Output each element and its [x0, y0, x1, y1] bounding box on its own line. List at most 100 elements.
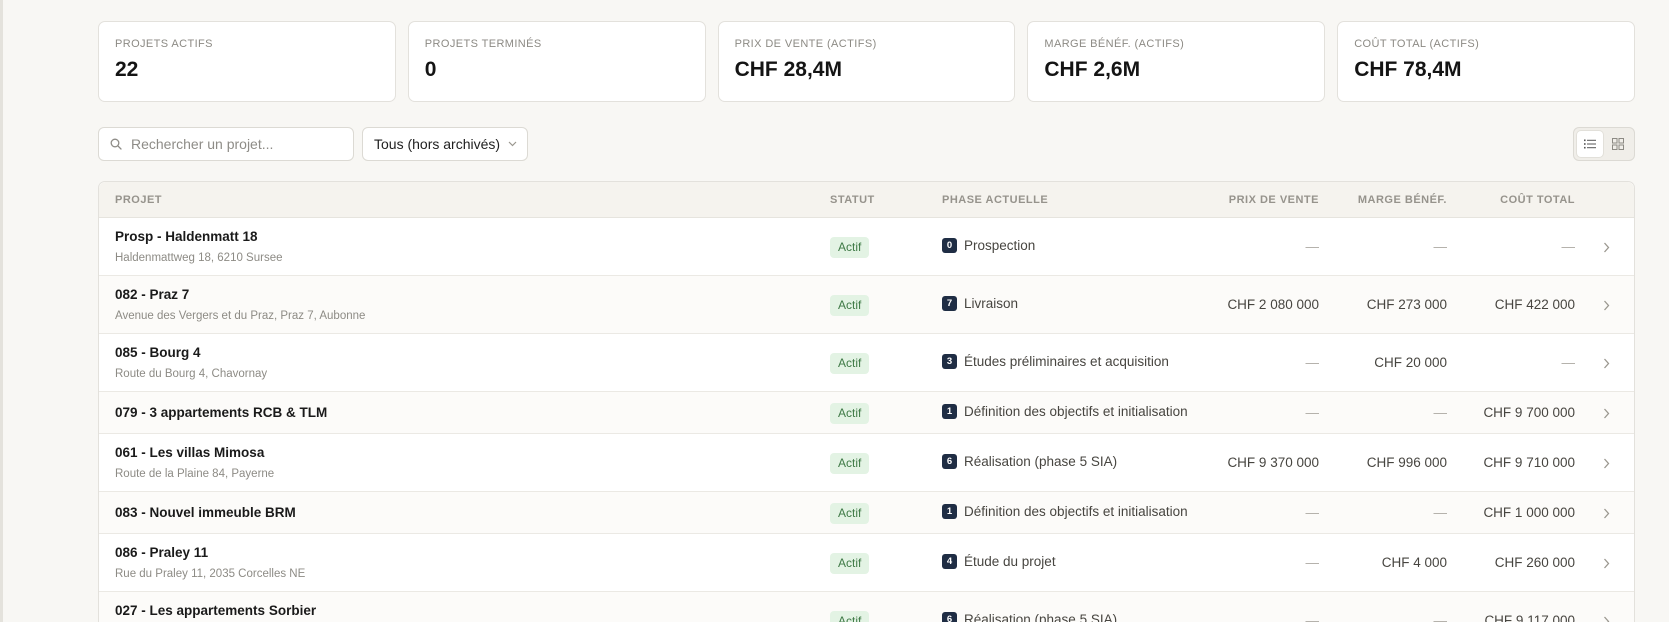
status-filter-select[interactable]: Tous (hors archivés): [362, 127, 528, 161]
stat-card-sale-price: PRIX DE VENTE (ACTIFS) CHF 28,4M: [717, 21, 1016, 102]
project-title: 079 - 3 appartements RCB & TLM: [115, 405, 328, 420]
project-cell: 086 - Praley 11 Rue du Praley 11, 2035 C…: [115, 545, 305, 580]
project-title: 082 - Praz 7: [115, 287, 190, 302]
table-row[interactable]: 082 - Praz 7 Avenue des Vergers et du Pr…: [99, 276, 1634, 334]
cost-cell: CHF 1 000 000: [1483, 505, 1575, 520]
project-cell: Prosp - Haldenmatt 18 Haldenmattweg 18, …: [115, 229, 283, 264]
phase-cell: 0 Prospection: [942, 238, 1035, 253]
phase-cell: 1 Définition des objectifs et initialisa…: [942, 504, 1188, 519]
price-cell: CHF 9 370 000: [1227, 455, 1319, 470]
toolbar: Tous (hors archivés): [98, 127, 1635, 161]
project-cell: 027 - Les appartements Sorbier: [115, 603, 316, 618]
table-row[interactable]: 083 - Nouvel immeuble BRM Actif 1 Défini…: [99, 492, 1634, 534]
table-row[interactable]: 085 - Bourg 4 Route du Bourg 4, Chavorna…: [99, 334, 1634, 392]
phase-label: Prospection: [964, 238, 1036, 253]
col-header-status[interactable]: STATUT: [830, 194, 875, 206]
cost-cell: CHF 9 117 000: [1484, 613, 1575, 622]
phase-number: 1: [942, 504, 957, 519]
status-badge: Actif: [830, 295, 870, 316]
margin-cell: —: [1433, 505, 1448, 520]
status-badge: Actif: [830, 553, 870, 574]
col-header-cost[interactable]: COÛT TOTAL: [1455, 194, 1575, 206]
table-row[interactable]: 027 - Les appartements Sorbier Actif 6 R…: [99, 592, 1634, 622]
table-row[interactable]: Prosp - Haldenmatt 18 Haldenmattweg 18, …: [99, 218, 1634, 276]
project-cell: 061 - Les villas Mimosa Route de la Plai…: [115, 445, 274, 480]
status-badge: Actif: [830, 237, 870, 258]
chevron-right-icon[interactable]: [1603, 242, 1610, 253]
phase-number: 6: [942, 454, 957, 469]
stat-card-active-projects: PROJETS ACTIFS 22: [98, 21, 396, 102]
stat-value: 0: [424, 58, 437, 81]
chevron-right-icon[interactable]: [1603, 408, 1610, 419]
project-address: Route du Bourg 4, Chavornay: [115, 368, 268, 380]
phase-cell: 3 Études préliminaires et acquisition: [942, 354, 1169, 369]
stat-label: COÛT TOTAL (ACTIFS): [1354, 38, 1480, 50]
phase-label: Études préliminaires et acquisition: [964, 354, 1169, 369]
phase-cell: 6 Réalisation (phase 5 SIA): [942, 612, 1117, 622]
table-header: PROJET STATUT PHASE ACTUELLE PRIX DE VEN…: [99, 182, 1634, 218]
stat-label: PRIX DE VENTE (ACTIFS): [734, 38, 877, 50]
project-cell: 083 - Nouvel immeuble BRM: [115, 505, 296, 520]
project-cell: 082 - Praz 7 Avenue des Vergers et du Pr…: [115, 287, 365, 322]
col-header-margin[interactable]: MARGE BÉNÉF.: [1327, 194, 1447, 206]
phase-label: Étude du projet: [964, 554, 1056, 569]
stat-value: 22: [115, 58, 139, 81]
table-row[interactable]: 061 - Les villas Mimosa Route de la Plai…: [99, 434, 1634, 492]
price-cell: —: [1305, 405, 1320, 420]
cost-cell: —: [1561, 239, 1576, 254]
stat-card-margin: MARGE BÉNÉF. (ACTIFS) CHF 2,6M: [1027, 21, 1326, 102]
price-cell: —: [1305, 555, 1320, 570]
cost-cell: CHF 422 000: [1494, 297, 1575, 312]
chevron-right-icon[interactable]: [1603, 300, 1610, 311]
projects-page: PROJETS ACTIFS 22 PROJETS TERMINÉS 0 PRI…: [98, 21, 1635, 622]
status-badge: Actif: [830, 503, 870, 524]
project-address: Rue du Praley 11, 2035 Corcelles NE: [115, 568, 306, 580]
phase-cell: 6 Réalisation (phase 5 SIA): [942, 454, 1117, 469]
table-row[interactable]: 079 - 3 appartements RCB & TLM Actif 1 D…: [99, 392, 1634, 434]
phase-label: Réalisation (phase 5 SIA): [964, 454, 1118, 469]
margin-cell: CHF 996 000: [1366, 455, 1447, 470]
margin-cell: —: [1433, 613, 1448, 622]
search-input[interactable]: [131, 136, 341, 152]
price-cell: —: [1305, 613, 1320, 622]
list-view-button[interactable]: [1577, 131, 1603, 157]
phase-label: Définition des objectifs et initialisati…: [964, 404, 1188, 419]
col-header-project[interactable]: PROJET: [115, 194, 162, 206]
grid-icon: [1612, 138, 1624, 150]
chevron-right-icon[interactable]: [1603, 358, 1610, 369]
grid-view-button[interactable]: [1605, 131, 1631, 157]
project-title: 086 - Praley 11: [115, 545, 209, 560]
price-cell: —: [1305, 239, 1320, 254]
phase-number: 7: [942, 296, 957, 311]
table-row[interactable]: 086 - Praley 11 Rue du Praley 11, 2035 C…: [99, 534, 1634, 592]
project-title: 027 - Les appartements Sorbier: [115, 603, 317, 618]
chevron-right-icon[interactable]: [1603, 558, 1610, 569]
search-icon: [110, 138, 122, 150]
col-header-price[interactable]: PRIX DE VENTE: [1199, 194, 1319, 206]
chevron-right-icon[interactable]: [1603, 508, 1610, 519]
cost-cell: CHF 260 000: [1494, 555, 1575, 570]
list-icon: [1584, 139, 1596, 149]
phase-cell: 4 Étude du projet: [942, 554, 1056, 569]
margin-cell: —: [1433, 405, 1448, 420]
project-cell: 085 - Bourg 4 Route du Bourg 4, Chavorna…: [115, 345, 267, 380]
project-address: Avenue des Vergers et du Praz, Praz 7, A…: [115, 310, 366, 322]
stats-cards: PROJETS ACTIFS 22 PROJETS TERMINÉS 0 PRI…: [98, 21, 1635, 102]
price-cell: CHF 2 080 000: [1227, 297, 1319, 312]
cost-cell: CHF 9 710 000: [1483, 455, 1575, 470]
project-title: 083 - Nouvel immeuble BRM: [115, 505, 296, 520]
price-cell: —: [1305, 355, 1320, 370]
stat-value: CHF 78,4M: [1354, 58, 1462, 81]
project-cell: 079 - 3 appartements RCB & TLM: [115, 405, 327, 420]
chevron-right-icon[interactable]: [1603, 616, 1610, 622]
phase-number: 6: [942, 612, 957, 622]
status-badge: Actif: [830, 611, 870, 622]
search-box: [98, 127, 354, 161]
phase-number: 4: [942, 554, 957, 569]
chevron-right-icon[interactable]: [1603, 458, 1610, 469]
stat-value: CHF 28,4M: [734, 58, 842, 81]
phase-number: 1: [942, 404, 957, 419]
phase-label: Livraison: [964, 296, 1019, 311]
col-header-phase[interactable]: PHASE ACTUELLE: [942, 194, 1048, 206]
phase-label: Réalisation (phase 5 SIA): [964, 612, 1118, 622]
